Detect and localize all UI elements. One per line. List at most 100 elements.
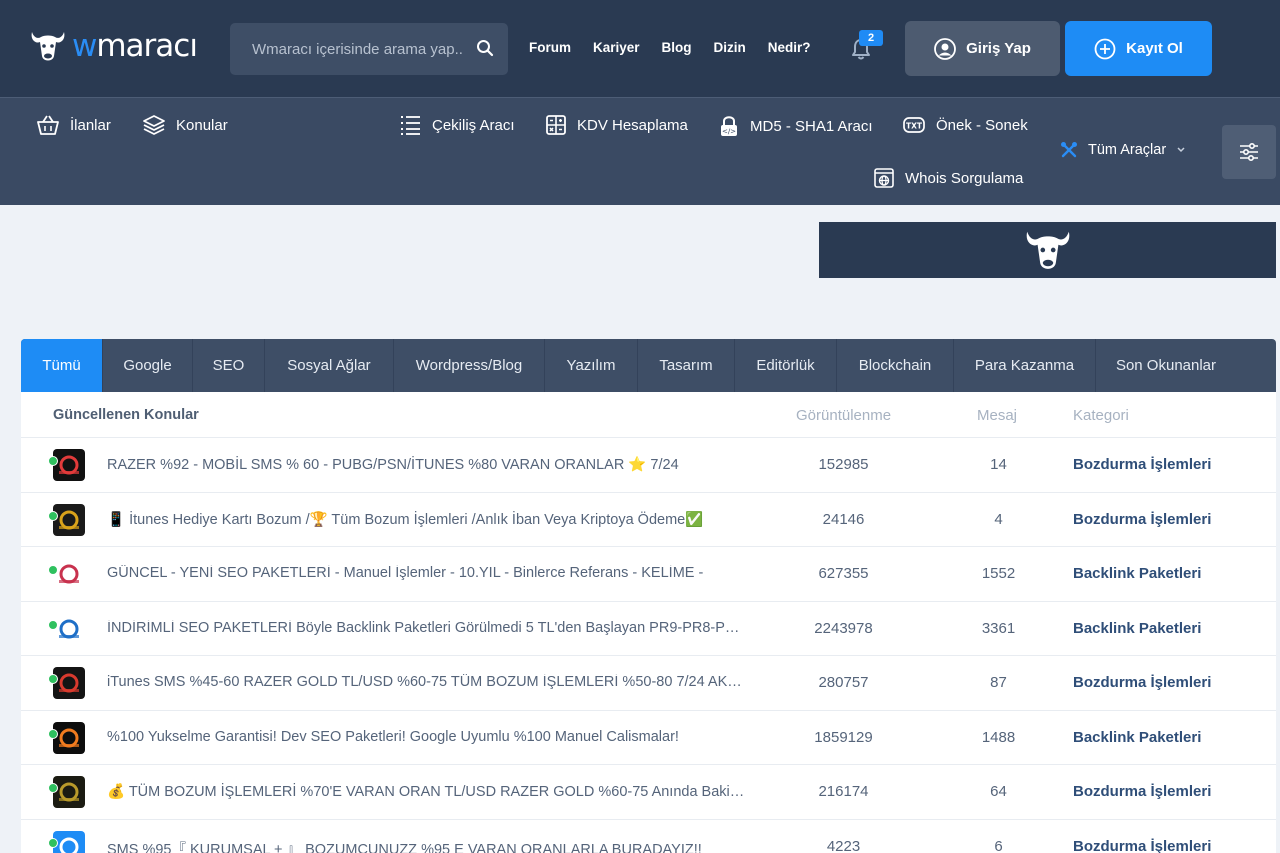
subnav-whois[interactable]: Whois Sorgulama <box>873 167 1023 189</box>
tab-tumu[interactable]: Tümü <box>21 339 103 392</box>
table-row[interactable]: %100 Yukselme Garantisi! Dev SEO Paketle… <box>21 711 1276 765</box>
tab-sosyal-aglar[interactable]: Sosyal Ağlar <box>265 339 394 392</box>
online-status-icon <box>48 510 58 521</box>
avatar[interactable] <box>53 667 85 699</box>
notification-badge: 2 <box>859 30 883 46</box>
tab-son-okunanlar[interactable]: Son Okunanlar <box>1096 339 1236 392</box>
register-button[interactable]: Kayıt Ol <box>1065 21 1212 76</box>
topic-title[interactable]: RAZER %92 - MOBİL SMS % 60 - PUBG/PSN/İT… <box>107 456 747 473</box>
category-tabs: Tümü Google SEO Sosyal Ağlar Wordpress/B… <box>21 339 1276 392</box>
topic-messages: 1552 <box>981 565 1016 582</box>
subnav-md5[interactable]: </> MD5 - SHA1 Aracı <box>718 114 873 138</box>
subnav-tum-araclar-label: Tüm Araçlar <box>1088 142 1167 158</box>
header-category: Kategori <box>1073 407 1129 424</box>
nav-forum[interactable]: Forum <box>529 40 571 55</box>
table-header: Güncellenen Konular Görüntülenme Mesaj K… <box>21 392 1276 438</box>
topic-messages: 1488 <box>981 728 1016 746</box>
avatar-mark-icon <box>59 673 79 693</box>
topic-title[interactable]: 📱 İtunes Hediye Kartı Bozum /🏆 Tüm Bozum… <box>107 511 747 528</box>
avatar-mark-icon <box>59 455 79 475</box>
topic-category[interactable]: Backlink Paketleri <box>1073 565 1201 582</box>
subnav-cekilis-label: Çekiliş Aracı <box>432 116 515 134</box>
subnav-cekilis[interactable]: Çekiliş Aracı <box>398 114 515 136</box>
topic-category[interactable]: Backlink Paketleri <box>1073 620 1201 637</box>
header-messages[interactable]: Mesaj <box>977 407 1017 424</box>
table-row[interactable]: iTunes SMS %45-60 RAZER GOLD TL/USD %60-… <box>21 656 1276 711</box>
topic-messages: 87 <box>990 674 1007 691</box>
topic-messages: 4 <box>994 510 1003 528</box>
online-status-icon <box>48 565 58 575</box>
tab-editorluk[interactable]: Editörlük <box>735 339 837 392</box>
nav-kariyer[interactable]: Kariyer <box>593 40 640 55</box>
avatar-mark-icon <box>59 564 79 584</box>
login-label: Giriş Yap <box>966 40 1031 57</box>
subnav-whois-label: Whois Sorgulama <box>905 169 1024 187</box>
subnav-onek[interactable]: TXT Önek - Sonek <box>902 114 1028 136</box>
layers-icon <box>143 115 165 135</box>
login-button[interactable]: Giriş Yap <box>905 21 1060 76</box>
site-logo[interactable]: wmaracı <box>28 26 198 66</box>
topic-title[interactable]: %100 Yukselme Garantisi! Dev SEO Paketle… <box>107 729 747 745</box>
table-row[interactable]: RAZER %92 - MOBİL SMS % 60 - PUBG/PSN/İT… <box>21 438 1276 493</box>
topic-category[interactable]: Bozdurma İşlemleri <box>1073 674 1211 691</box>
topic-category[interactable]: Bozdurma İşlemleri <box>1073 783 1211 800</box>
nav-blog[interactable]: Blog <box>662 40 692 55</box>
topic-category[interactable]: Bozdurma İşlemleri <box>1073 456 1211 473</box>
avatar[interactable] <box>53 449 85 481</box>
tab-seo[interactable]: SEO <box>193 339 265 392</box>
table-row[interactable]: 💰 TÜM BOZUM İŞLEMLERİ %70'E VARAN ORAN T… <box>21 765 1276 820</box>
topic-category[interactable]: Bozdurma İşlemleri <box>1073 511 1211 528</box>
topic-views: 216174 <box>818 783 869 800</box>
filter-settings-button[interactable] <box>1222 125 1276 179</box>
subnav-tum-araclar[interactable]: Tüm Araçlar <box>1060 141 1186 159</box>
search-box <box>230 23 508 75</box>
topic-title[interactable]: 💰 TÜM BOZUM İŞLEMLERİ %70'E VARAN ORAN T… <box>107 783 747 800</box>
topic-views: 152985 <box>818 456 869 473</box>
table-row[interactable]: İNDİRİMLİ SEO PAKETLERİ Böyle Backlink P… <box>21 602 1276 656</box>
table-row[interactable]: 📱 İtunes Hediye Kartı Bozum /🏆 Tüm Bozum… <box>21 493 1276 547</box>
topic-category[interactable]: Backlink Paketleri <box>1073 729 1201 746</box>
header-views[interactable]: Görüntülenme <box>796 407 891 424</box>
tab-wordpress-blog[interactable]: Wordpress/Blog <box>394 339 545 392</box>
txt-file-icon: TXT <box>903 117 925 133</box>
avatar-mark-icon <box>59 619 79 638</box>
avatar[interactable] <box>53 558 85 590</box>
topic-views: 627355 <box>818 565 869 582</box>
plus-circle-icon <box>1094 38 1116 59</box>
nav-dizin[interactable]: Dizin <box>714 40 746 55</box>
topic-messages: 64 <box>990 783 1007 800</box>
subnav-ilanlar[interactable]: İlanlar <box>36 114 111 136</box>
avatar[interactable] <box>53 503 85 536</box>
avatar[interactable] <box>53 612 85 645</box>
topic-title[interactable]: İNDİRİMLİ SEO PAKETLERİ Böyle Backlink P… <box>107 620 747 636</box>
topic-title[interactable]: iTunes SMS %45-60 RAZER GOLD TL/USD %60-… <box>107 674 747 690</box>
subnav-kdv[interactable]: KDV Hesaplama <box>545 114 688 136</box>
tab-google[interactable]: Google <box>103 339 193 392</box>
search-icon[interactable] <box>476 39 494 57</box>
tab-tasarim[interactable]: Tasarım <box>638 339 735 392</box>
table-row[interactable]: GÜNCEL - YENİ SEO PAKETLERİ - Manuel İşl… <box>21 547 1276 602</box>
nav-nedir[interactable]: Nedir? <box>768 40 811 55</box>
ad-banner[interactable] <box>819 222 1276 278</box>
tab-para-kazanma[interactable]: Para Kazanma <box>954 339 1096 392</box>
online-status-icon <box>48 837 58 848</box>
online-status-icon <box>48 456 58 466</box>
search-input[interactable] <box>252 40 462 58</box>
topic-views: 2243978 <box>814 619 873 637</box>
subnav-konular[interactable]: Konular <box>142 114 228 136</box>
topic-title[interactable]: SMS %95『 KURUMSAL + 』 BOZUMCUNUZZ %95 E … <box>107 838 747 853</box>
avatar[interactable] <box>53 776 85 808</box>
tab-blockchain[interactable]: Blockchain <box>837 339 954 392</box>
topic-messages: 14 <box>990 456 1007 473</box>
avatar[interactable] <box>53 721 85 754</box>
avatar-mark-icon <box>59 510 79 529</box>
tab-yazilim[interactable]: Yazılım <box>545 339 638 392</box>
table-row[interactable]: SMS %95『 KURUMSAL + 』 BOZUMCUNUZZ %95 E … <box>21 820 1276 853</box>
topic-title[interactable]: GÜNCEL - YENİ SEO PAKETLERİ - Manuel İşl… <box>107 565 747 581</box>
logo-wordmark: wmaracı <box>72 30 198 62</box>
online-status-icon <box>48 619 58 630</box>
topic-category[interactable]: Bozdurma İşlemleri <box>1073 838 1211 853</box>
globe-window-icon <box>874 168 894 188</box>
bull-logo-icon <box>31 32 65 61</box>
avatar-mark-icon <box>59 782 79 802</box>
